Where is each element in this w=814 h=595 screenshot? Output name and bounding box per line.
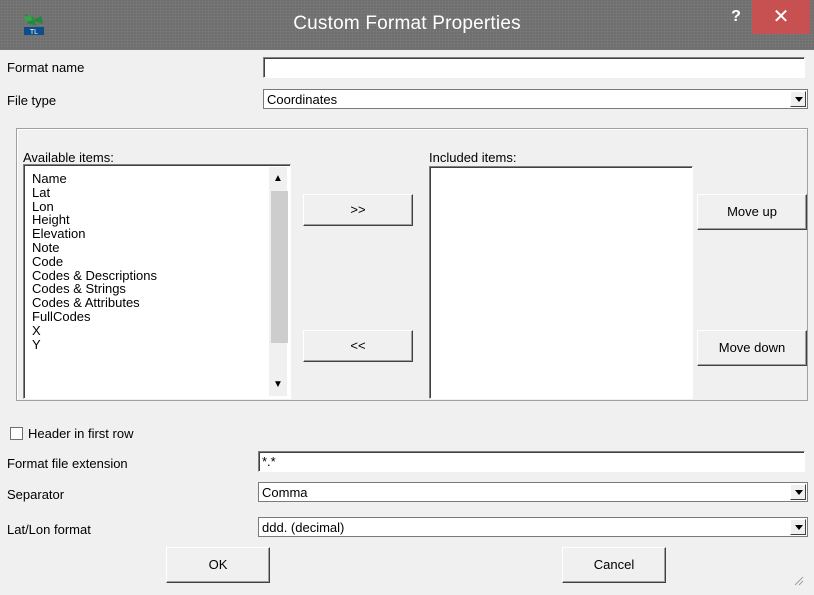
add-item-button[interactable]: >> (303, 194, 413, 226)
resize-grip-icon[interactable] (792, 574, 804, 586)
list-item[interactable]: Lat (32, 185, 157, 200)
separator-select[interactable]: Comma (258, 482, 808, 502)
move-up-button-label: Move up (727, 204, 777, 219)
add-item-button-label: >> (350, 202, 366, 217)
list-item[interactable]: Y (32, 337, 157, 352)
list-item[interactable]: Codes & Descriptions (32, 268, 157, 283)
included-items-label: Included items: (429, 150, 517, 165)
header-checkbox[interactable] (10, 427, 23, 440)
separator-label: Separator (7, 487, 65, 502)
move-down-button-label: Move down (718, 340, 786, 355)
file-type-value: Coordinates (267, 92, 338, 107)
ok-button-label: OK (208, 557, 228, 572)
move-down-button[interactable]: Move down (697, 330, 807, 366)
file-type-select[interactable]: Coordinates (263, 89, 808, 109)
latlon-format-select[interactable]: ddd. (decimal) (258, 517, 808, 537)
scroll-thumb[interactable] (271, 191, 288, 343)
move-up-button[interactable]: Move up (697, 194, 807, 230)
list-item[interactable]: X (32, 323, 157, 338)
window-title: Custom Format Properties (293, 13, 521, 34)
list-item[interactable]: Elevation (32, 227, 157, 241)
latlon-format-value: ddd. (decimal) (262, 520, 345, 535)
chevron-down-icon[interactable] (790, 91, 806, 107)
ok-button[interactable]: OK (166, 547, 270, 583)
remove-item-button[interactable]: << (303, 330, 413, 362)
remove-item-button-label: << (350, 338, 366, 353)
included-items-list[interactable] (429, 166, 693, 399)
list-item[interactable]: FullCodes (32, 310, 157, 324)
list-item[interactable]: Name (32, 172, 157, 186)
available-items-scrollbar[interactable]: ▲ ▼ (269, 167, 288, 396)
list-item[interactable]: Codes & Strings (32, 282, 157, 296)
extension-input[interactable]: *.* (258, 451, 805, 472)
cancel-button-label: Cancel (593, 557, 635, 572)
extension-value: *.* (262, 454, 276, 469)
separator-value: Comma (262, 485, 308, 500)
format-name-input[interactable] (263, 57, 805, 78)
help-button[interactable]: ? (725, 8, 747, 30)
dialog-body: Format name File type Coordinates Availa… (6, 50, 808, 590)
list-item[interactable]: Note (32, 241, 157, 255)
list-item[interactable]: Code (32, 254, 157, 269)
header-checkbox-label[interactable]: Header in first row (28, 426, 133, 441)
format-name-label: Format name (7, 60, 85, 75)
latlon-format-label: Lat/Lon format (7, 522, 91, 537)
chevron-down-icon[interactable] (790, 519, 806, 535)
extension-label: Format file extension (7, 456, 128, 471)
close-button[interactable]: ✕ (752, 0, 810, 34)
scroll-down-icon[interactable]: ▼ (273, 379, 283, 390)
list-item[interactable]: Lon (32, 199, 157, 214)
list-item[interactable]: Codes & Attributes (32, 296, 157, 310)
available-items-label: Available items: (23, 150, 114, 165)
chevron-down-icon[interactable] (790, 484, 806, 500)
available-items-list[interactable]: Name Lat Lon Height Elevation Note Code Codes &… (23, 164, 291, 399)
list-item[interactable]: Height (32, 213, 157, 227)
scroll-up-icon[interactable]: ▲ (273, 173, 283, 184)
file-type-label: File type (7, 93, 57, 108)
cancel-button[interactable]: Cancel (562, 547, 666, 583)
available-items-container: Name Lat Lon Height Elevation Note Code Codes &… (32, 172, 157, 351)
